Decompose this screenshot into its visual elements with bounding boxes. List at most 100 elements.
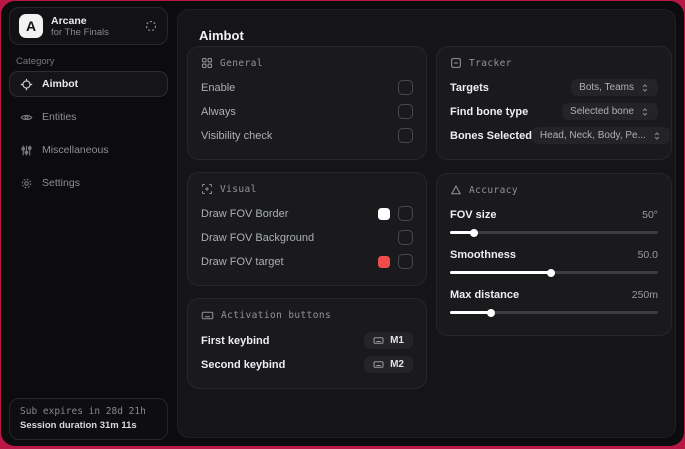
- fov-target-color-swatch[interactable]: [378, 255, 390, 268]
- card-title: Visual: [220, 183, 257, 195]
- visibility-check-checkbox[interactable]: [398, 128, 413, 143]
- setting-label: Smoothness: [450, 248, 517, 261]
- setting-label: FOV size: [450, 208, 497, 221]
- setting-row-fov-border: Draw FOV Border: [201, 202, 413, 225]
- brand-text: Arcane for The Finals: [51, 15, 136, 38]
- scan-box-icon: [450, 57, 462, 69]
- slider-track[interactable]: [450, 228, 658, 237]
- setting-row-fov-size: FOV size 50°: [450, 203, 658, 226]
- keybind-value: M1: [390, 335, 404, 346]
- sub-expiry-text: Sub expires in 28d 21h: [20, 406, 146, 417]
- app-window: A Arcane for The Finals Category Aimbot …: [1, 1, 684, 446]
- setting-label: Visibility check: [201, 129, 273, 142]
- card-title: General: [220, 57, 263, 69]
- fov-background-checkbox[interactable]: [398, 230, 413, 245]
- setting-label: Targets: [450, 81, 489, 94]
- setting-row-find-bone-type: Find bone type Selected bone: [450, 100, 658, 123]
- slider-fill[interactable]: [450, 268, 555, 277]
- chevrons-up-down-icon: [652, 131, 662, 141]
- keyboard-icon: [373, 359, 384, 370]
- sidebar-item-label: Entities: [42, 111, 77, 123]
- sidebar-item-miscellaneous[interactable]: Miscellaneous: [9, 137, 168, 163]
- tracker-card: Tracker Targets Bots, Teams Find bone ty…: [436, 46, 672, 160]
- fov-size-value: 50°: [642, 208, 658, 221]
- app-logo: A: [19, 14, 43, 38]
- setting-label: Always: [201, 105, 236, 118]
- app-name: Arcane: [51, 14, 87, 27]
- sidebar: A Arcane for The Finals Category Aimbot …: [1, 1, 176, 446]
- setting-label: Bones Selected: [450, 129, 532, 142]
- always-checkbox[interactable]: [398, 104, 413, 119]
- subscription-card: Sub expires in 28d 21h Session duration …: [9, 398, 168, 440]
- slider-fill[interactable]: [450, 308, 495, 317]
- keyboard-icon: [201, 309, 214, 322]
- setting-row-visibility-check: Visibility check: [201, 124, 413, 147]
- grid-icon: [201, 57, 213, 69]
- smoothness-slider[interactable]: [450, 268, 658, 277]
- general-card-header: General: [201, 57, 413, 69]
- slider-fill[interactable]: [450, 228, 478, 237]
- setting-row-second-keybind: Second keybind M2: [201, 353, 413, 376]
- setting-row-bones-selected: Bones Selected Head, Neck, Body, Pe...: [450, 124, 670, 147]
- setting-label: Second keybind: [201, 358, 286, 371]
- brand-card: A Arcane for The Finals: [9, 7, 168, 45]
- general-card: General Enable Always Visibility check: [187, 46, 427, 160]
- setting-row-smoothness: Smoothness 50.0: [450, 243, 658, 266]
- select-value: Bots, Teams: [579, 82, 634, 93]
- category-label: Category: [16, 56, 55, 67]
- fov-target-checkbox[interactable]: [398, 254, 413, 269]
- visual-card-header: Visual: [201, 183, 413, 195]
- main-panel: Aimbot General Enable Always Visibility …: [177, 9, 676, 438]
- setting-label: Enable: [201, 81, 236, 94]
- sidebar-item-label: Miscellaneous: [42, 144, 109, 156]
- setting-row-always: Always: [201, 100, 413, 123]
- gear-icon: [20, 177, 33, 190]
- activation-card: Activation buttons First keybind M1 Seco…: [187, 298, 427, 389]
- card-title: Tracker: [469, 57, 512, 69]
- chevrons-up-down-icon: [640, 83, 650, 93]
- sync-icon[interactable]: [144, 19, 158, 33]
- triangle-icon: [450, 184, 462, 196]
- slider-track[interactable]: [450, 268, 658, 277]
- setting-label: Draw FOV target: [201, 255, 284, 268]
- setting-label: Find bone type: [450, 105, 529, 118]
- bones-selected-select[interactable]: Head, Neck, Body, Pe...: [531, 127, 670, 144]
- targets-select[interactable]: Bots, Teams: [571, 79, 658, 96]
- setting-row-max-distance: Max distance 250m: [450, 283, 658, 306]
- app-subtitle: for The Finals: [51, 26, 109, 38]
- max-distance-slider[interactable]: [450, 308, 658, 317]
- session-duration-text: Session duration 31m 11s: [20, 420, 137, 431]
- fov-border-color-swatch[interactable]: [378, 207, 390, 220]
- eye-icon: [20, 111, 33, 124]
- find-bone-type-select[interactable]: Selected bone: [562, 103, 658, 120]
- fov-size-slider[interactable]: [450, 228, 658, 237]
- chevrons-up-down-icon: [640, 107, 650, 117]
- setting-row-targets: Targets Bots, Teams: [450, 76, 658, 99]
- fov-border-checkbox[interactable]: [398, 206, 413, 221]
- enable-checkbox[interactable]: [398, 80, 413, 95]
- left-column: General Enable Always Visibility check V…: [187, 46, 427, 389]
- first-keybind-button[interactable]: M1: [364, 332, 413, 349]
- card-title: Accuracy: [469, 184, 518, 196]
- card-title: Activation buttons: [221, 310, 332, 321]
- setting-row-fov-target: Draw FOV target: [201, 250, 413, 273]
- setting-row-first-keybind: First keybind M1: [201, 329, 413, 352]
- sidebar-item-aimbot[interactable]: Aimbot: [9, 71, 168, 97]
- select-value: Head, Neck, Body, Pe...: [539, 130, 646, 141]
- sidebar-nav: Aimbot Entities Miscellaneous Settings: [9, 71, 168, 203]
- accuracy-card: Accuracy FOV size 50° Smoothness 50.0 Ma…: [436, 173, 672, 336]
- visual-card: Visual Draw FOV Border Draw FOV Backgrou…: [187, 172, 427, 286]
- frame-plus-icon: [201, 183, 213, 195]
- setting-row-enable: Enable: [201, 76, 413, 99]
- sidebar-item-entities[interactable]: Entities: [9, 104, 168, 130]
- sidebar-item-settings[interactable]: Settings: [9, 170, 168, 196]
- setting-label: Max distance: [450, 288, 520, 301]
- setting-label: Draw FOV Border: [201, 207, 289, 220]
- smoothness-value: 50.0: [637, 248, 658, 261]
- max-distance-value: 250m: [631, 288, 658, 301]
- sidebar-item-label: Settings: [42, 177, 80, 189]
- slider-track[interactable]: [450, 308, 658, 317]
- sidebar-item-label: Aimbot: [42, 78, 79, 90]
- setting-label: Draw FOV Background: [201, 231, 315, 244]
- second-keybind-button[interactable]: M2: [364, 356, 413, 373]
